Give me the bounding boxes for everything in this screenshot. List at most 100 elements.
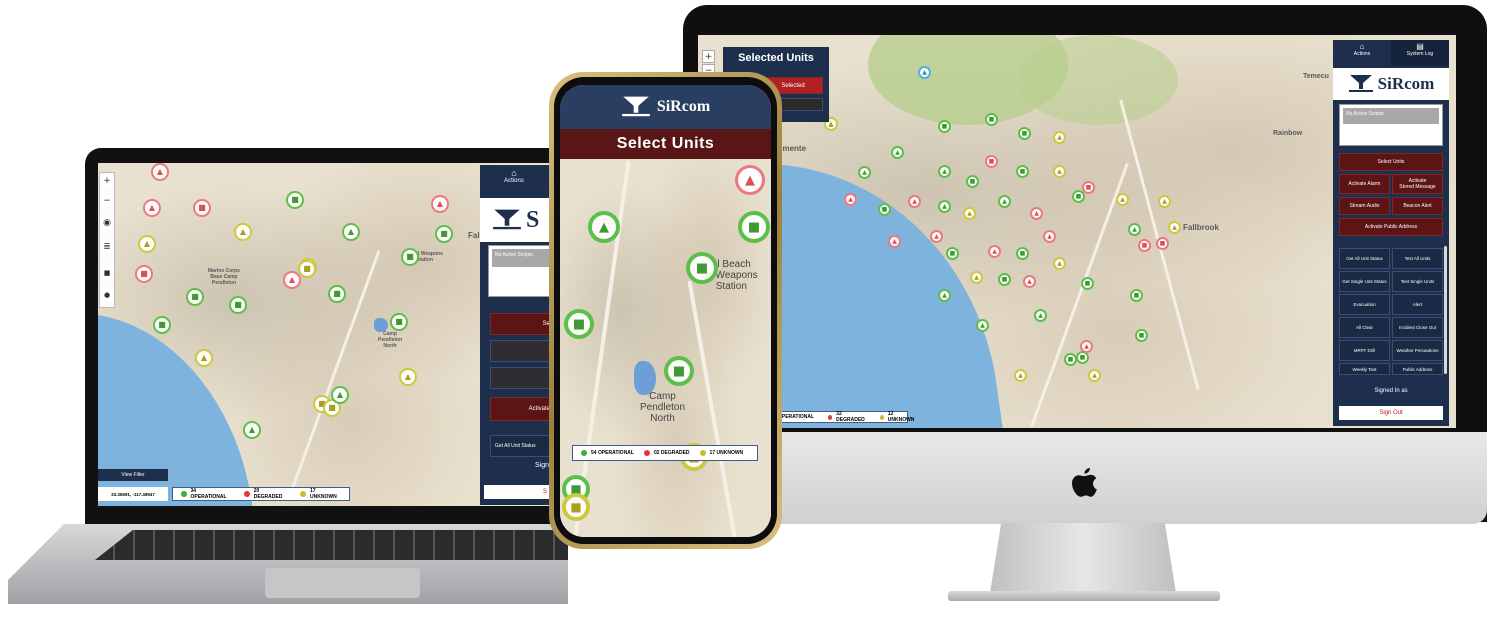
unit-marker[interactable]: ▲	[938, 289, 951, 302]
unit-marker[interactable]: ■	[153, 316, 171, 334]
unit-marker[interactable]: ■	[1138, 239, 1151, 252]
unit-marker[interactable]: ▲	[1088, 369, 1101, 382]
unit-marker[interactable]: ▲	[930, 230, 943, 243]
nav-actions-tab[interactable]: ⌂ Actions	[1333, 40, 1391, 66]
unit-marker[interactable]: ■	[966, 175, 979, 188]
unit-marker[interactable]: ▲	[1080, 340, 1093, 353]
unit-marker[interactable]: ▲	[1128, 223, 1141, 236]
unit-marker[interactable]: ▲	[143, 199, 161, 217]
unit-marker[interactable]: ▲	[1158, 195, 1171, 208]
desktop-panel-scrollbar[interactable]	[1444, 246, 1447, 374]
unit-marker[interactable]: ▲	[938, 165, 951, 178]
laptop-disabled-button-2[interactable]	[490, 367, 555, 389]
unit-marker[interactable]: ■	[938, 120, 951, 133]
unit-marker[interactable]: ■	[328, 285, 346, 303]
unit-marker[interactable]: ■	[1135, 329, 1148, 342]
unit-marker[interactable]: ■	[1081, 277, 1094, 290]
unit-marker[interactable]: ■	[985, 113, 998, 126]
unit-marker[interactable]: ■	[1064, 353, 1077, 366]
unit-marker[interactable]: ▲	[976, 319, 989, 332]
unit-marker[interactable]: ■	[562, 493, 590, 521]
phone-map[interactable]: al Beach al Weapons Station Camp Pendlet…	[560, 159, 771, 537]
unit-marker[interactable]: ■	[1016, 165, 1029, 178]
laptop-sign-out-button[interactable]: S	[484, 485, 555, 499]
activate-public-address-button[interactable]: Activate Public Address	[1339, 218, 1443, 236]
test-single-units-button[interactable]: Test Single Units	[1392, 271, 1443, 292]
phone-select-units-header[interactable]: Select Units	[560, 129, 771, 159]
unit-marker[interactable]: ▲	[963, 207, 976, 220]
mrff-drill-button[interactable]: MRFF Drill	[1339, 340, 1390, 361]
unit-marker[interactable]: ■	[686, 252, 718, 284]
unit-marker[interactable]: ■	[1016, 247, 1029, 260]
unit-marker[interactable]: ▲	[1053, 257, 1066, 270]
circle-tool-icon[interactable]: ●	[101, 289, 113, 301]
unit-marker[interactable]: ■	[738, 211, 770, 243]
layers-icon[interactable]: ≣	[101, 241, 113, 253]
test-all-units-button[interactable]: Test All Units	[1392, 248, 1443, 269]
unit-marker[interactable]: ▲	[908, 195, 921, 208]
unit-marker[interactable]: ▲	[858, 166, 871, 179]
weekly-test-button[interactable]: Weekly Test	[1339, 363, 1390, 375]
globe-icon[interactable]: ◉	[101, 217, 113, 229]
unit-marker[interactable]: ▲	[1043, 230, 1056, 243]
unit-marker[interactable]: ■	[985, 155, 998, 168]
unit-marker[interactable]: ▲	[998, 195, 1011, 208]
unit-marker[interactable]: ■	[664, 356, 694, 386]
unit-marker[interactable]: ▲	[988, 245, 1001, 258]
unit-marker[interactable]: ▲	[1034, 309, 1047, 322]
activate-alarm-button[interactable]: Activate Alarm	[1339, 174, 1390, 194]
unit-marker[interactable]: ▲	[1030, 207, 1043, 220]
unit-marker[interactable]: ▲	[938, 200, 951, 213]
unit-marker[interactable]: ▲	[1168, 221, 1181, 234]
unit-marker[interactable]: ■	[1156, 237, 1169, 250]
unit-marker[interactable]: ▲	[735, 165, 765, 195]
unit-marker[interactable]: ■	[998, 273, 1011, 286]
unit-marker[interactable]: ■	[298, 260, 316, 278]
unit-marker[interactable]: ▲	[844, 193, 857, 206]
unit-marker[interactable]: ■	[564, 309, 594, 339]
beacon-alert-button[interactable]: Beacon Alert	[1392, 197, 1443, 215]
unit-marker[interactable]: ▲	[1116, 193, 1129, 206]
laptop-disabled-button-1[interactable]	[490, 340, 555, 362]
unit-marker[interactable]: ▲	[431, 195, 449, 213]
unit-marker[interactable]: ■	[186, 288, 204, 306]
unit-marker[interactable]: ■	[286, 191, 304, 209]
unit-marker[interactable]: ▲	[1053, 131, 1066, 144]
sign-out-button[interactable]: Sign Out	[1339, 406, 1443, 420]
unit-marker[interactable]: ▲	[888, 235, 901, 248]
get-all-unit-status-button[interactable]: Get All Unit Status	[1339, 248, 1390, 269]
select-units-button[interactable]: Select Units	[1339, 153, 1443, 171]
unit-marker[interactable]: ▲	[970, 271, 983, 284]
get-single-unit-status-button[interactable]: Get Single Unit Status	[1339, 271, 1390, 292]
unit-marker[interactable]: ■	[1018, 127, 1031, 140]
unit-marker[interactable]: ▲	[891, 146, 904, 159]
laptop-nav-actions-tab[interactable]: ⌂ Actions	[494, 168, 534, 184]
unit-marker[interactable]: ▲	[331, 386, 349, 404]
unit-marker[interactable]: ■	[435, 225, 453, 243]
laptop-activate-button[interactable]: Activate	[490, 397, 555, 421]
unit-marker[interactable]: ▲	[1014, 369, 1027, 382]
unit-marker[interactable]: ■	[1130, 289, 1143, 302]
weather-precautions-button[interactable]: Weather Precautions	[1392, 340, 1443, 361]
unit-marker[interactable]: ▲	[918, 66, 931, 79]
incident-close-out-button[interactable]: Incident Close Out	[1392, 317, 1443, 338]
square-tool-icon[interactable]: ■	[101, 267, 113, 279]
unit-marker[interactable]: ▲	[151, 163, 169, 181]
unit-marker[interactable]: ■	[390, 313, 408, 331]
unit-marker[interactable]: ▲	[1053, 165, 1066, 178]
unit-marker[interactable]: ▲	[138, 235, 156, 253]
unit-marker[interactable]: ▲	[342, 223, 360, 241]
alert-button[interactable]: Alert	[1392, 294, 1443, 315]
unit-marker[interactable]: ▲	[399, 368, 417, 386]
unit-marker[interactable]: ▲	[243, 421, 261, 439]
view-filter-button[interactable]: View Filter	[98, 469, 168, 481]
laptop-zoom-in-button[interactable]: +	[101, 175, 113, 187]
desktop-zoom-in-button[interactable]: +	[702, 50, 715, 63]
unit-marker[interactable]: ■	[193, 199, 211, 217]
unit-marker[interactable]: ▲	[234, 223, 252, 241]
unit-marker[interactable]: ▲	[195, 349, 213, 367]
unit-marker[interactable]: ▲	[1023, 275, 1036, 288]
nav-system-log-tab[interactable]: ▤ System Log	[1391, 40, 1449, 66]
activate-stored-message-button[interactable]: Activate Stored Message	[1392, 174, 1443, 194]
public-address-button[interactable]: Public Address	[1392, 363, 1443, 375]
